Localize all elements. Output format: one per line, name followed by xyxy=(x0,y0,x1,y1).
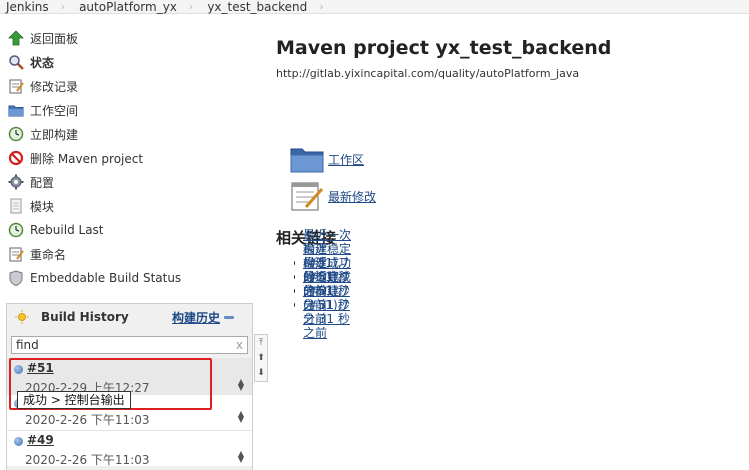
chevron-down-icon[interactable]: ▲ ▼ xyxy=(236,378,246,392)
build-row[interactable]: #49 2020-2-26 下午11:03 ▲ ▼ xyxy=(7,430,252,467)
sidebar-item-rebuild-last[interactable]: Rebuild Last xyxy=(8,218,253,242)
gear-icon xyxy=(8,174,24,190)
bullet-icon xyxy=(294,275,296,279)
build-date: 2020-2-26 下午11:03 xyxy=(25,413,150,427)
build-history-header: Build History 构建历史 xyxy=(7,304,252,330)
breadcrumb-item-jenkins[interactable]: Jenkins › xyxy=(0,0,73,14)
build-history-title: Build History xyxy=(41,310,129,324)
document-icon xyxy=(8,198,24,214)
build-history-scroll-controls: ⤒ ⬆ ⬇ xyxy=(254,334,268,382)
sidebar-tasks: 返回面板 状态 修改记录 工作空间 立即构建 删除 Maven project xyxy=(8,26,253,290)
recent-changes-entry[interactable]: 最新修改 xyxy=(290,180,376,212)
build-search-input[interactable] xyxy=(12,338,212,352)
sidebar-item-label[interactable]: 修改记录 xyxy=(30,78,78,95)
chevron-down-icon[interactable]: ▲ ▼ xyxy=(236,450,246,464)
scroll-down-icon[interactable]: ⬇ xyxy=(257,368,265,378)
build-number-link[interactable]: #49 xyxy=(27,433,54,447)
sidebar-item-label[interactable]: 模块 xyxy=(30,198,54,215)
notepad-icon xyxy=(8,78,24,94)
list-item: 最近完成的构建(#51),7 分 31 秒之前 xyxy=(294,270,352,340)
sidebar-item-delete-project[interactable]: 删除 Maven project xyxy=(8,146,253,170)
sidebar-item-modules[interactable]: 模块 xyxy=(8,194,253,218)
project-description: http://gitlab.yixincapital.com/quality/a… xyxy=(276,67,580,80)
sidebar-item-changes[interactable]: 修改记录 xyxy=(8,74,253,98)
scroll-top-icon[interactable]: ⤒ xyxy=(259,338,263,348)
sidebar-item-rename[interactable]: 重命名 xyxy=(8,242,253,266)
sidebar-item-label[interactable]: 重命名 xyxy=(30,246,66,263)
breadcrumb-item-folder[interactable]: autoPlatform_yx › xyxy=(73,0,201,14)
chevron-right-icon: › xyxy=(188,0,194,13)
sidebar-item-build-status[interactable]: Embeddable Build Status xyxy=(8,266,253,290)
page-title: Maven project yx_test_backend xyxy=(276,37,612,59)
build-tooltip: 成功 > 控制台输出 xyxy=(17,391,131,409)
sidebar-item-label[interactable]: 状态 xyxy=(30,54,54,71)
sidebar-item-label[interactable]: 返回面板 xyxy=(30,30,78,47)
no-entry-icon xyxy=(8,150,24,166)
workspace-link[interactable]: 工作区 xyxy=(328,151,364,168)
sidebar-item-label[interactable]: 删除 Maven project xyxy=(30,150,143,167)
clock-icon xyxy=(8,126,24,142)
permalink-last-completed[interactable]: 最近完成的构建(#51),7 分 31 秒之前 xyxy=(303,270,352,340)
chevron-down-icon[interactable]: ▲ ▼ xyxy=(236,410,246,424)
sidebar-item-status[interactable]: 状态 xyxy=(8,50,253,74)
breadcrumb-item-project[interactable]: yx_test_backend › xyxy=(201,0,331,14)
sidebar-item-label[interactable]: 立即构建 xyxy=(30,126,78,143)
sidebar-item-configure[interactable]: 配置 xyxy=(8,170,253,194)
bullet-icon xyxy=(294,289,295,293)
sidebar-item-label[interactable]: Rebuild Last xyxy=(30,223,104,237)
permalinks-list: 最近一次构建(#51),7 分 31 秒之前 最近稳定构建(#51),7 分 3… xyxy=(294,228,352,340)
notepad-icon xyxy=(291,182,324,211)
folder-icon xyxy=(8,102,24,118)
up-arrow-icon xyxy=(8,30,24,46)
sidebar-item-label[interactable]: 配置 xyxy=(30,174,54,191)
status-ball-icon xyxy=(14,437,23,446)
breadcrumb-label[interactable]: yx_test_backend xyxy=(201,0,319,14)
bullet-icon xyxy=(294,261,296,265)
minus-icon[interactable] xyxy=(224,315,234,319)
breadcrumb-label[interactable]: Jenkins xyxy=(0,0,61,14)
breadcrumb-label[interactable]: autoPlatform_yx xyxy=(73,0,189,14)
chevron-right-icon: › xyxy=(319,0,324,13)
sidebar-item-label[interactable]: Embeddable Build Status xyxy=(30,271,181,285)
build-trend-link[interactable]: 构建历史 xyxy=(172,309,234,326)
workspace-entry[interactable]: 工作区 xyxy=(290,144,364,174)
sidebar-item-workspace[interactable]: 工作空间 xyxy=(8,98,253,122)
scroll-up-icon[interactable]: ⬆ xyxy=(257,353,265,363)
sidebar-item-label[interactable]: 工作空间 xyxy=(30,102,78,119)
clear-search-button[interactable]: x xyxy=(236,338,243,352)
shield-icon xyxy=(8,270,24,286)
recent-changes-link[interactable]: 最新修改 xyxy=(328,188,376,205)
breadcrumb: Jenkins › autoPlatform_yx › yx_test_back… xyxy=(0,0,749,14)
build-trend-label[interactable]: 构建历史 xyxy=(172,309,220,326)
clock-icon xyxy=(8,222,24,238)
search-icon xyxy=(8,54,24,70)
sidebar-item-back-to-dashboard[interactable]: 返回面板 xyxy=(8,26,253,50)
build-date: 2020-2-26 下午11:03 xyxy=(25,453,150,467)
bullet-icon xyxy=(294,303,295,307)
build-search-box: x xyxy=(11,336,248,354)
chevron-right-icon: › xyxy=(60,0,66,13)
sun-icon xyxy=(15,310,29,324)
folder-icon xyxy=(290,148,324,173)
sidebar-item-build-now[interactable]: 立即构建 xyxy=(8,122,253,146)
notepad-icon xyxy=(8,246,24,262)
